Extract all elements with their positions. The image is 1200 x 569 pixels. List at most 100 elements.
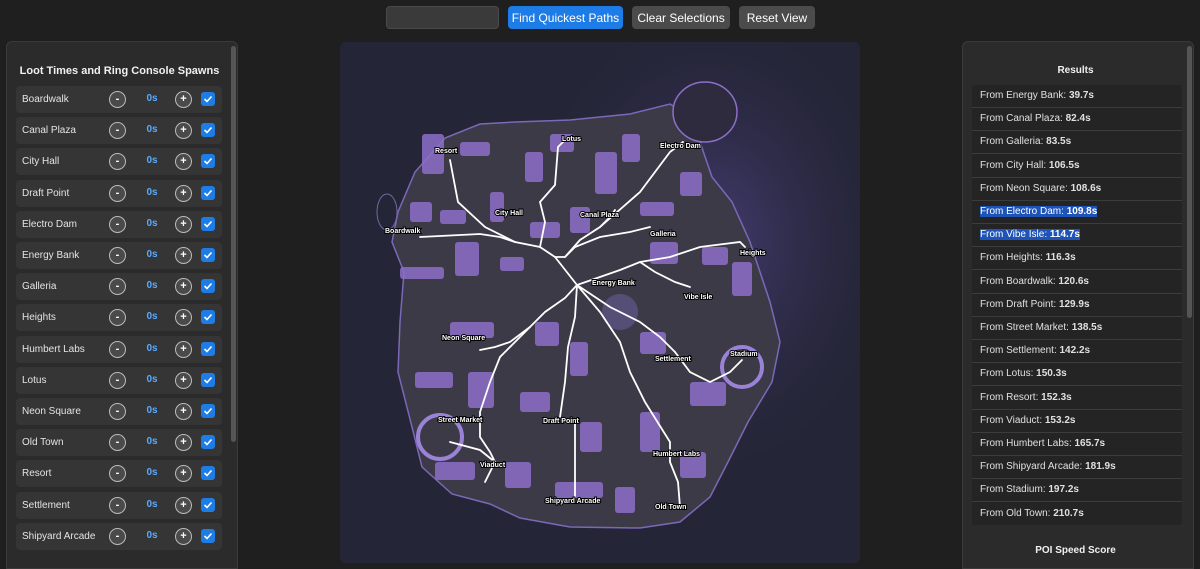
result-row-heights[interactable]: From Heights: 116.3s	[972, 247, 1182, 271]
poi-time-value: 0s	[146, 436, 158, 448]
increase-time-button[interactable]: +	[175, 247, 192, 264]
increase-time-button[interactable]: +	[175, 91, 192, 108]
result-row-energy-bank[interactable]: From Energy Bank: 39.7s	[972, 85, 1182, 108]
decrease-time-button[interactable]: -	[109, 247, 126, 264]
ring-console-checkbox[interactable]	[201, 341, 215, 356]
results-list[interactable]: From Energy Bank: 39.7s From Canal Plaza:…	[972, 85, 1182, 525]
ring-console-checkbox[interactable]	[201, 310, 215, 325]
decrease-time-button[interactable]: -	[109, 465, 126, 483]
result-row-city-hall[interactable]: From City Hall: 106.5s	[972, 155, 1182, 178]
decrease-time-button[interactable]: -	[109, 122, 126, 140]
map-label-settlement: Settlement	[655, 356, 691, 363]
ring-console-checkbox[interactable]	[201, 279, 215, 294]
result-text: From Canal Plaza: 82.4s	[980, 113, 1091, 125]
toolbar: Find Quickest Paths Clear Selections Res…	[0, 0, 1200, 34]
reset-view-button[interactable]: Reset View	[739, 6, 815, 29]
increase-time-button[interactable]: +	[175, 184, 192, 202]
result-time: 39.7s	[1068, 90, 1094, 101]
ring-console-checkbox[interactable]	[201, 154, 215, 169]
map-label-vibe-isle: Vibe Isle	[684, 294, 712, 301]
result-row-old-town[interactable]: From Old Town: 210.7s	[972, 503, 1182, 525]
northeast-isle	[672, 81, 738, 143]
decrease-time-button[interactable]: -	[109, 371, 126, 389]
find-quickest-paths-button[interactable]: Find Quickest Paths	[508, 6, 623, 29]
increase-time-button[interactable]: +	[175, 527, 192, 545]
decrease-time-button[interactable]: -	[109, 184, 126, 202]
increase-time-button[interactable]: +	[175, 215, 192, 233]
decrease-time-button[interactable]: -	[109, 309, 126, 327]
result-text: From Draft Point: 129.9s	[980, 298, 1090, 310]
increase-time-button[interactable]: +	[175, 340, 192, 358]
increase-time-button[interactable]: +	[175, 465, 192, 483]
result-row-boardwalk[interactable]: From Boardwalk: 120.6s	[972, 271, 1182, 294]
result-time: 150.3s	[1036, 368, 1067, 380]
ring-console-checkbox[interactable]	[201, 248, 215, 262]
map-canvas[interactable]: Resort Lotus Electro Dam City Hall Canal…	[340, 42, 860, 563]
ring-console-checkbox[interactable]	[201, 123, 215, 138]
increase-time-button[interactable]: +	[175, 371, 192, 389]
decrease-time-button[interactable]: -	[109, 496, 126, 514]
increase-time-button[interactable]: +	[175, 122, 192, 140]
ring-console-checkbox[interactable]	[201, 216, 215, 231]
results-scrollbar[interactable]	[1187, 46, 1192, 318]
increase-time-button[interactable]: +	[175, 403, 192, 420]
result-row-lotus[interactable]: From Lotus: 150.3s	[972, 363, 1182, 387]
result-prefix: From	[980, 484, 1004, 496]
ring-console-checkbox[interactable]	[201, 528, 215, 543]
poi-name: Electro Dam	[22, 218, 78, 230]
decrease-time-button[interactable]: -	[109, 278, 126, 296]
result-row-neon-square[interactable]: From Neon Square: 108.6s	[972, 178, 1182, 201]
ring-console-checkbox[interactable]	[201, 466, 215, 481]
result-row-draft-point[interactable]: From Draft Point: 129.9s	[972, 294, 1182, 317]
ring-console-checkbox[interactable]	[201, 435, 215, 450]
increase-time-button[interactable]: +	[175, 278, 192, 296]
result-row-stadium[interactable]: From Stadium: 197.2s	[972, 479, 1182, 503]
result-row-galleria[interactable]: From Galleria: 83.5s	[972, 131, 1182, 155]
result-poi-name: Shipyard Arcade	[1006, 461, 1080, 473]
map-label-stadium: Stadium	[730, 351, 758, 358]
poi-time-value: 0s	[146, 280, 158, 292]
clear-selections-button[interactable]: Clear Selections	[632, 6, 730, 29]
result-time: 83.5s	[1046, 136, 1072, 148]
decrease-time-button[interactable]: -	[109, 403, 126, 420]
result-text: From Old Town: 210.7s	[980, 507, 1084, 519]
map-view[interactable]: Resort Lotus Electro Dam City Hall Canal…	[340, 42, 860, 563]
result-prefix: From	[980, 438, 1004, 449]
poi-time-value: 0s	[146, 498, 158, 510]
increase-time-button[interactable]: +	[175, 153, 192, 171]
increase-time-button[interactable]: +	[175, 496, 192, 514]
decrease-time-button[interactable]: -	[109, 91, 126, 108]
decrease-time-button[interactable]: -	[109, 527, 126, 545]
result-row-settlement[interactable]: From Settlement: 142.2s	[972, 340, 1182, 364]
decrease-time-button[interactable]: -	[109, 153, 126, 171]
result-text: From Resort: 152.3s	[980, 391, 1072, 403]
result-row-shipyard-arcade[interactable]: From Shipyard Arcade: 181.9s	[972, 456, 1182, 480]
result-row-resort[interactable]: From Resort: 152.3s	[972, 387, 1182, 410]
result-row-vibe-isle[interactable]: From Vibe Isle: 114.7s	[972, 224, 1182, 248]
left-panel-scrollbar[interactable]	[231, 46, 236, 442]
poi-row-city-hall: City Hall - 0s +	[16, 148, 222, 176]
poi-search-input[interactable]	[386, 6, 499, 29]
result-poi-name: Galleria	[1006, 136, 1041, 148]
ring-console-checkbox[interactable]	[201, 497, 215, 512]
result-row-viaduct[interactable]: From Viaduct: 153.2s	[972, 410, 1182, 433]
result-row-canal-plaza[interactable]: From Canal Plaza: 82.4s	[972, 108, 1182, 132]
ring-console-checkbox[interactable]	[201, 185, 215, 200]
ring-console-checkbox[interactable]	[201, 372, 215, 387]
result-poi-name: City Hall	[1006, 159, 1044, 171]
decrease-time-button[interactable]: -	[109, 340, 126, 358]
decrease-time-button[interactable]: -	[109, 215, 126, 233]
ring-console-checkbox[interactable]	[201, 404, 215, 418]
increase-time-button[interactable]: +	[175, 434, 192, 452]
map-label-city-hall: City Hall	[495, 210, 523, 217]
decrease-time-button[interactable]: -	[109, 434, 126, 452]
result-row-street-market[interactable]: From Street Market: 138.5s	[972, 317, 1182, 340]
ring-console-checkbox[interactable]	[201, 92, 215, 106]
result-row-humbert-labs[interactable]: From Humbert Labs: 165.7s	[972, 433, 1182, 456]
result-prefix: From	[980, 507, 1004, 519]
map-label-lotus: Lotus	[562, 136, 581, 143]
result-prefix: From	[980, 414, 1004, 426]
increase-time-button[interactable]: +	[175, 309, 192, 327]
result-row-electro-dam[interactable]: From Electro Dam: 109.8s	[972, 201, 1182, 224]
map-label-canal-plaza: Canal Plaza	[580, 212, 619, 219]
